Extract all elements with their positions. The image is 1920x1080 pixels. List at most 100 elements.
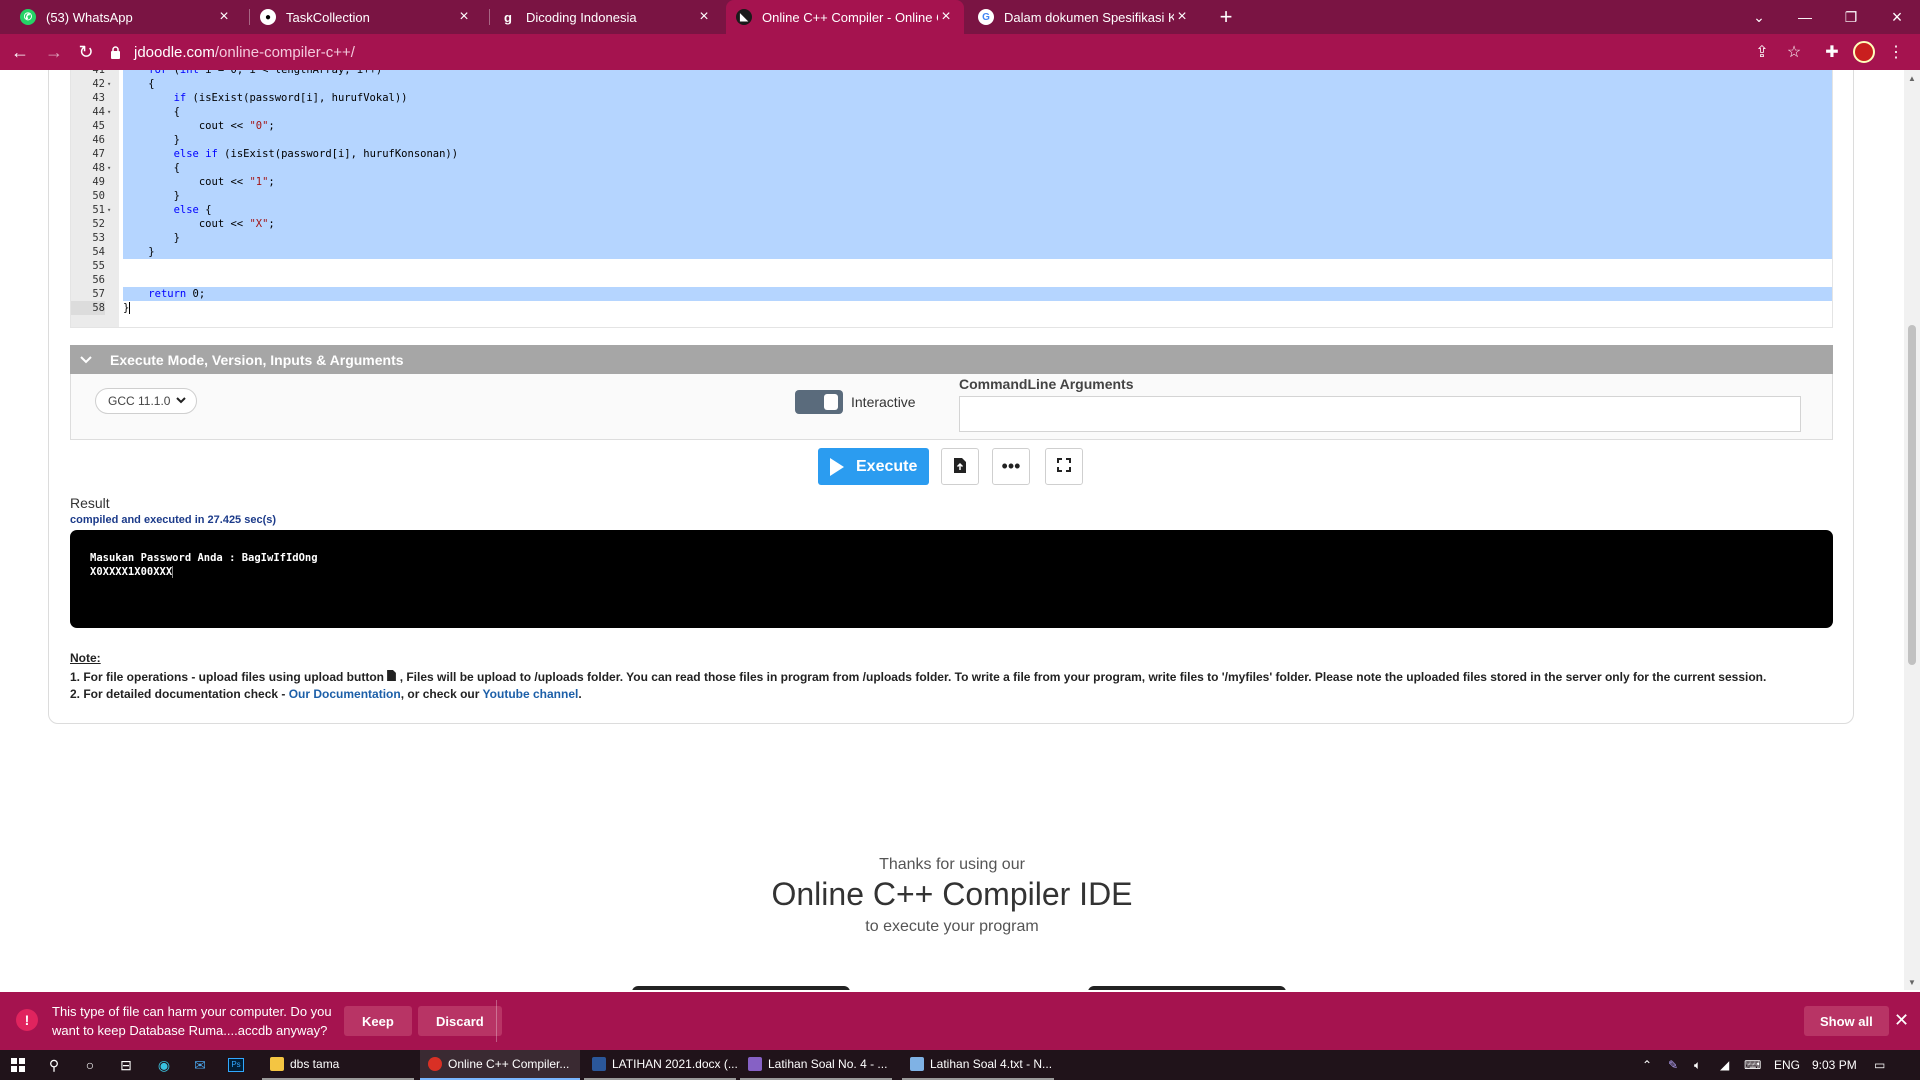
code-line[interactable]: 45 cout << "0"; bbox=[71, 119, 1832, 133]
extensions-icon[interactable]: ✚ bbox=[1818, 38, 1846, 66]
line-number: 46 bbox=[92, 134, 105, 146]
tab-whatsapp[interactable]: ✆ (53) WhatsApp × bbox=[10, 0, 242, 34]
code-line[interactable]: 56 bbox=[71, 273, 1832, 287]
taskbar-app-vscode[interactable]: Latihan Soal No. 4 - ... bbox=[740, 1050, 892, 1080]
back-button[interactable]: ← bbox=[6, 38, 34, 66]
volume-icon[interactable]: 🔈︎ bbox=[1694, 1050, 1701, 1080]
taskbar-app-word[interactable]: LATIHAN 2021.docx (... bbox=[584, 1050, 738, 1080]
search-icon[interactable]: ⚲ bbox=[36, 1050, 72, 1080]
code-line[interactable]: 43 if (isExist(password[i], hurufVokal)) bbox=[71, 91, 1832, 105]
keyboard-icon[interactable]: ⌨ bbox=[1744, 1050, 1761, 1080]
line-number: 57 bbox=[92, 288, 105, 300]
code-line[interactable]: 41 for (int i = 0; i < lengthArray; i++) bbox=[71, 70, 1832, 77]
discard-button[interactable]: Discard bbox=[418, 1006, 502, 1036]
github-icon: ● bbox=[260, 9, 276, 25]
tab-taskcollection[interactable]: ● TaskCollection × bbox=[250, 0, 482, 34]
close-icon[interactable]: × bbox=[696, 8, 712, 26]
terminal-cursor bbox=[172, 566, 174, 578]
fold-toggle-icon[interactable]: ▾ bbox=[107, 161, 117, 175]
note-line-1: 1. For file operations - upload files us… bbox=[70, 670, 1767, 684]
close-icon[interactable]: × bbox=[938, 8, 954, 26]
taskbar-app-chrome[interactable]: Online C++ Compiler... bbox=[420, 1050, 580, 1080]
network-icon[interactable]: ◢ bbox=[1720, 1050, 1729, 1080]
edge-icon[interactable]: ◉ bbox=[146, 1050, 182, 1080]
windows-start-icon[interactable] bbox=[0, 1050, 36, 1080]
code-line[interactable]: 46 } bbox=[71, 133, 1832, 147]
share-icon[interactable]: ⇪ bbox=[1748, 38, 1776, 66]
interactive-toggle[interactable] bbox=[795, 390, 843, 414]
page-viewport: 41 for (int i = 0; i < lengthArray; i++)… bbox=[0, 70, 1904, 990]
scroll-down-icon[interactable]: ▼ bbox=[1908, 978, 1916, 987]
folder-icon bbox=[270, 1057, 284, 1071]
close-icon[interactable]: × bbox=[456, 8, 472, 26]
code-line[interactable]: 42 ▾ { bbox=[71, 77, 1832, 91]
output-terminal[interactable]: Masukan Password Anda : BagIwIfIdOng X0X… bbox=[70, 530, 1833, 628]
minimize-button[interactable]: — bbox=[1782, 0, 1828, 34]
upload-file-button[interactable] bbox=[941, 448, 979, 485]
documentation-link[interactable]: Our Documentation bbox=[289, 687, 401, 701]
restore-button[interactable]: ❐ bbox=[1828, 0, 1874, 34]
code-line[interactable]: 58} bbox=[71, 301, 1832, 315]
code-line[interactable]: 48 ▾ { bbox=[71, 161, 1832, 175]
scroll-up-icon[interactable]: ▲ bbox=[1908, 74, 1916, 83]
cortana-icon[interactable]: ○ bbox=[72, 1050, 108, 1080]
address-bar[interactable]: jdoodle.com/online-compiler-c++/ bbox=[108, 38, 1778, 66]
forward-button[interactable]: → bbox=[40, 38, 68, 66]
page-scrollbar[interactable]: ▲ ▼ bbox=[1904, 70, 1920, 990]
execute-mode-header[interactable]: Execute Mode, Version, Inputs & Argument… bbox=[70, 345, 1833, 374]
code-line[interactable]: 49 cout << "1"; bbox=[71, 175, 1832, 189]
code-editor[interactable]: 41 for (int i = 0; i < lengthArray; i++)… bbox=[70, 70, 1833, 328]
youtube-channel-link[interactable]: Youtube channel bbox=[483, 687, 579, 701]
code-line[interactable]: 52 cout << "X"; bbox=[71, 217, 1832, 231]
fold-toggle-icon[interactable]: ▾ bbox=[107, 77, 117, 91]
tab-google-doc[interactable]: G Dalam dokumen Spesifikasi Kebu... × bbox=[968, 0, 1200, 34]
version-select[interactable]: GCC 11.1.0 bbox=[95, 388, 197, 414]
code-line[interactable]: 55 bbox=[71, 259, 1832, 273]
code-line[interactable]: 44 ▾ { bbox=[71, 105, 1832, 119]
tab-search-icon[interactable]: ⌄ bbox=[1736, 0, 1782, 34]
fold-toggle-icon[interactable]: ▾ bbox=[107, 203, 117, 217]
pen-icon[interactable]: ✎ bbox=[1668, 1050, 1678, 1080]
code-line[interactable]: 50 } bbox=[71, 189, 1832, 203]
new-tab-button[interactable]: + bbox=[1212, 0, 1240, 34]
task-view-icon[interactable]: ⊟ bbox=[108, 1050, 144, 1080]
tray-overflow-icon[interactable]: ⌃ bbox=[1642, 1050, 1652, 1080]
execute-button[interactable]: Execute bbox=[818, 448, 929, 485]
notification-icon[interactable]: ▭ bbox=[1874, 1050, 1885, 1080]
reload-button[interactable]: ↻ bbox=[72, 38, 100, 66]
word-icon bbox=[592, 1057, 606, 1071]
scrollbar-thumb[interactable] bbox=[1908, 325, 1916, 665]
chevron-down-icon bbox=[176, 394, 186, 411]
close-icon[interactable]: × bbox=[1174, 8, 1190, 26]
line-number: 43 bbox=[92, 92, 105, 104]
close-icon[interactable]: ✕ bbox=[1894, 1010, 1909, 1031]
fullscreen-button[interactable] bbox=[1045, 448, 1083, 485]
code-line[interactable]: 53 } bbox=[71, 231, 1832, 245]
menu-icon[interactable]: ⋮ bbox=[1882, 38, 1910, 66]
language-indicator[interactable]: ENG bbox=[1774, 1050, 1800, 1080]
taskbar-app-notepad[interactable]: Latihan Soal 4.txt - N... bbox=[902, 1050, 1054, 1080]
fold-toggle-icon[interactable]: ▾ bbox=[107, 105, 117, 119]
close-icon[interactable]: × bbox=[216, 8, 232, 26]
profile-avatar[interactable] bbox=[1853, 41, 1875, 63]
close-window-button[interactable]: × bbox=[1874, 0, 1920, 34]
bookmark-star-icon[interactable]: ☆ bbox=[1780, 38, 1808, 66]
mail-icon[interactable]: ✉ bbox=[182, 1050, 218, 1080]
show-all-button[interactable]: Show all bbox=[1804, 1006, 1889, 1036]
tab-jdoodle[interactable]: ◣ Online C++ Compiler - Online C... × bbox=[726, 0, 964, 34]
code-line[interactable]: 54 } bbox=[71, 245, 1832, 259]
keep-button[interactable]: Keep bbox=[344, 1006, 412, 1036]
play-store-badge[interactable] bbox=[1088, 986, 1286, 990]
code-line[interactable]: 51 ▾ else { bbox=[71, 203, 1832, 217]
interactive-label: Interactive bbox=[851, 394, 916, 410]
photoshop-icon[interactable]: Ps bbox=[218, 1050, 254, 1080]
code-line[interactable]: 57 return 0; bbox=[71, 287, 1832, 301]
app-store-badge[interactable] bbox=[632, 986, 850, 990]
code-line[interactable]: 47 else if (isExist(password[i], hurufKo… bbox=[71, 147, 1832, 161]
more-options-button[interactable]: ••• bbox=[992, 448, 1030, 485]
code-text: } bbox=[123, 302, 131, 314]
taskbar-app-explorer[interactable]: dbs tama bbox=[262, 1050, 414, 1080]
clock[interactable]: 9:03 PM bbox=[1812, 1050, 1857, 1080]
tab-dicoding[interactable]: g Dicoding Indonesia × bbox=[490, 0, 722, 34]
cmd-args-input[interactable] bbox=[959, 396, 1801, 432]
